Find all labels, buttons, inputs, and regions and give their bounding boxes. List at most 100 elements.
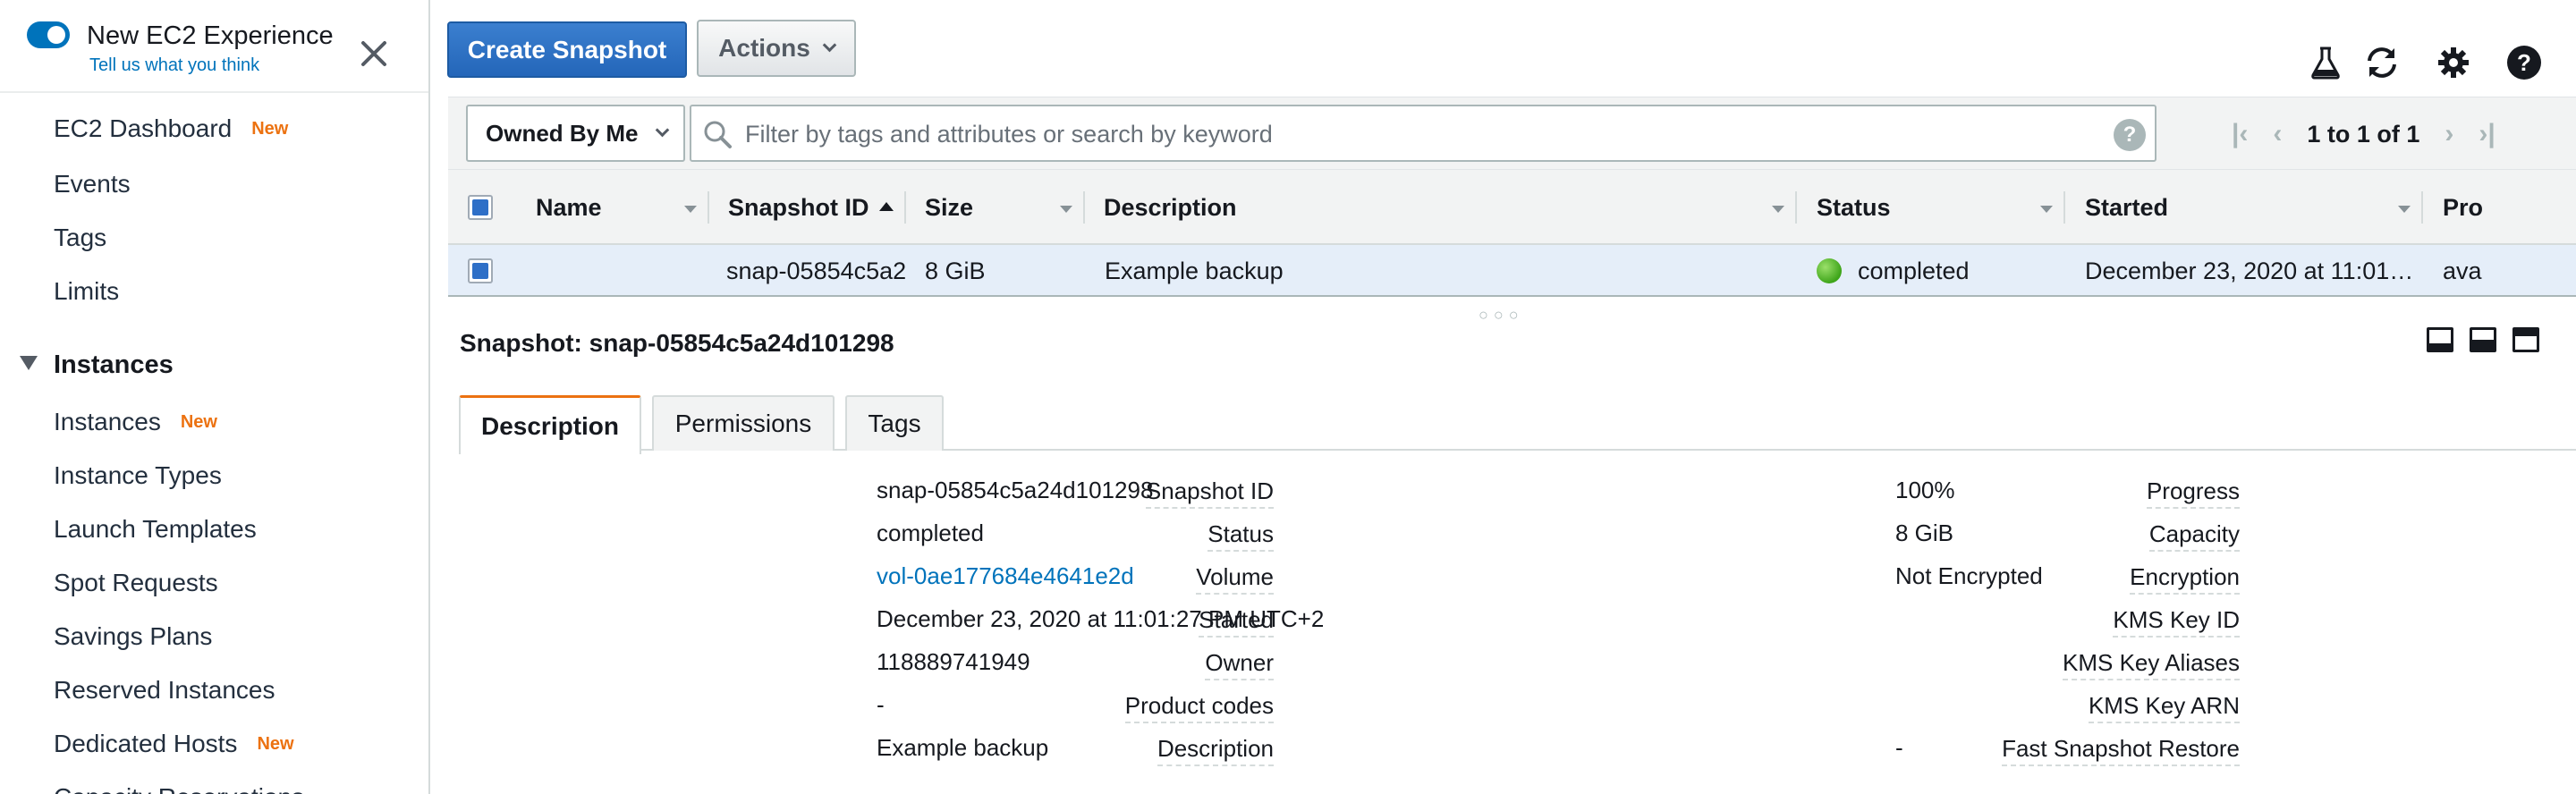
sidebar-item-label: Reserved Instances <box>54 676 275 704</box>
new-experience-toggle[interactable] <box>27 21 70 48</box>
sidebar-item-events[interactable]: Events <box>54 170 131 198</box>
chevron-down-icon <box>656 122 670 137</box>
label-fast-snapshot-restore: Fast Snapshot Restore <box>2002 735 2240 766</box>
sidebar-item-tags[interactable]: Tags <box>54 224 106 252</box>
sidebar-section-label: Instances <box>54 351 174 379</box>
sidebar-item-dedicated-hosts[interactable]: Dedicated Hosts New <box>54 730 294 758</box>
filter-bar: Owned By Me ? |‹ ‹ 1 to 1 of 1 › ›| <box>448 97 2576 170</box>
new-badge: New <box>180 412 217 432</box>
column-label: Size <box>925 193 974 221</box>
column-header-name[interactable]: Name <box>513 170 709 245</box>
sidebar-item-capacity-reservations[interactable]: Capacity Reservations <box>54 783 304 794</box>
volume-link[interactable]: vol-0ae177684e4641e2d <box>877 562 1134 590</box>
caret-down-icon <box>20 356 38 370</box>
column-label: Pro <box>2443 193 2484 221</box>
label-snapshot-id: Snapshot ID <box>1145 477 1274 509</box>
label-product-codes: Product codes <box>1124 692 1274 723</box>
column-header-status[interactable]: Status <box>1797 170 2065 245</box>
cell-progress: ava <box>2443 257 2482 284</box>
refresh-icon[interactable] <box>2362 43 2402 82</box>
column-label: Status <box>1817 193 1891 221</box>
label-volume: Volume <box>1196 563 1274 595</box>
main-content: Create Snapshot Actions ? Owned By Me ? … <box>432 0 2576 794</box>
help-icon[interactable]: ? <box>2504 43 2544 82</box>
feedback-link[interactable]: Tell us what you think <box>89 55 259 76</box>
search-box: ? <box>690 105 2157 162</box>
sidebar: New EC2 Experience Tell us what you thin… <box>0 0 430 794</box>
cell-started: December 23, 2020 at 11:01… <box>2085 257 2414 284</box>
label-capacity: Capacity <box>2148 520 2240 552</box>
first-page-icon[interactable]: |‹ <box>2232 119 2248 149</box>
sidebar-item-spot-requests[interactable]: Spot Requests <box>54 569 218 597</box>
sidebar-section-instances[interactable]: Instances <box>20 351 174 380</box>
layout-top-icon[interactable] <box>2512 327 2539 352</box>
tab-permissions[interactable]: Permissions <box>652 395 835 451</box>
column-header-started[interactable]: Started <box>2065 170 2423 245</box>
label-status: Status <box>1208 520 1274 552</box>
column-label: Name <box>536 193 602 221</box>
table-row[interactable]: snap-05854c5a24d… 8 GiB Example backup c… <box>448 245 2576 297</box>
detail-title: Snapshot: snap-05854c5a24d101298 <box>460 329 894 357</box>
actions-label: Actions <box>718 34 810 62</box>
sidebar-item-label: Instance Types <box>54 461 222 489</box>
close-icon[interactable] <box>356 36 392 72</box>
column-label: Description <box>1104 193 1237 221</box>
tab-tags[interactable]: Tags <box>845 395 944 451</box>
tab-description[interactable]: Description <box>459 395 641 454</box>
new-experience-panel: New EC2 Experience Tell us what you thin… <box>0 0 428 93</box>
label-description: Description <box>1157 735 1274 766</box>
label-progress: Progress <box>2146 477 2240 509</box>
sort-icon <box>2398 206 2411 213</box>
sidebar-item-reserved-instances[interactable]: Reserved Instances <box>54 676 275 705</box>
new-badge: New <box>251 119 289 139</box>
row-checkbox[interactable] <box>448 245 513 297</box>
create-snapshot-button[interactable]: Create Snapshot <box>447 21 687 78</box>
value-capacity: 8 GiB <box>1895 519 1954 546</box>
value-started: December 23, 2020 at 11:01:27 PM UTC+2 <box>877 605 1325 632</box>
pagination: |‹ ‹ 1 to 1 of 1 › ›| <box>2219 114 2508 155</box>
next-page-icon[interactable]: › <box>2445 119 2453 149</box>
sort-ascending-icon <box>879 202 894 211</box>
column-header-size[interactable]: Size <box>906 170 1085 245</box>
sidebar-item-label: Dedicated Hosts <box>54 730 238 757</box>
sidebar-item-label: Launch Templates <box>54 515 257 543</box>
sidebar-item-savings-plans[interactable]: Savings Plans <box>54 622 212 651</box>
sort-icon <box>1060 206 1072 213</box>
value-snapshot-id: snap-05854c5a24d101298 <box>877 477 1154 503</box>
select-all-checkbox[interactable] <box>448 170 513 245</box>
sidebar-item-limits[interactable]: Limits <box>54 277 119 306</box>
value-progress: 100% <box>1895 477 1955 503</box>
cell-snapshot-id: snap-05854c5a24d… <box>726 257 906 284</box>
value-owner: 118889741949 <box>877 648 1030 675</box>
gear-icon[interactable] <box>2434 43 2473 82</box>
owned-by-dropdown[interactable]: Owned By Me <box>466 105 685 162</box>
sidebar-item-label: Instances <box>54 408 161 435</box>
column-label: Started <box>2085 193 2169 221</box>
actions-button[interactable]: Actions <box>697 20 856 77</box>
prev-page-icon[interactable]: ‹ <box>2273 119 2282 149</box>
column-header-progress[interactable]: Pro <box>2423 170 2576 245</box>
sidebar-item-instance-types[interactable]: Instance Types <box>54 461 222 490</box>
cell-description: Example backup <box>1105 257 1284 284</box>
help-icon[interactable]: ? <box>2114 119 2146 151</box>
sidebar-item-instances[interactable]: Instances New <box>54 408 217 436</box>
beaker-icon[interactable] <box>2306 43 2345 82</box>
resize-handle-icon[interactable]: ○○○ <box>1479 306 1524 325</box>
sidebar-item-launch-templates[interactable]: Launch Templates <box>54 515 257 544</box>
search-input[interactable] <box>745 115 2087 153</box>
layout-bottom-icon[interactable] <box>2427 327 2453 352</box>
sidebar-item-label: Limits <box>54 277 120 305</box>
sidebar-item-ec2-dashboard[interactable]: EC2 Dashboard New <box>54 114 288 143</box>
status-dot-icon <box>1817 258 1842 283</box>
status-text: completed <box>1858 257 1970 284</box>
column-header-description[interactable]: Description <box>1085 170 1797 245</box>
layout-split-icon[interactable] <box>2470 327 2496 352</box>
column-header-snapshot-id[interactable]: Snapshot ID <box>709 170 906 245</box>
value-encryption: Not Encrypted <box>1895 562 2043 589</box>
label-kms-key-id: KMS Key ID <box>2113 606 2240 638</box>
chevron-down-icon <box>822 38 837 52</box>
new-badge: New <box>257 734 294 754</box>
cell-name <box>513 245 709 297</box>
sort-icon <box>1772 206 1784 213</box>
last-page-icon[interactable]: ›| <box>2479 119 2495 149</box>
